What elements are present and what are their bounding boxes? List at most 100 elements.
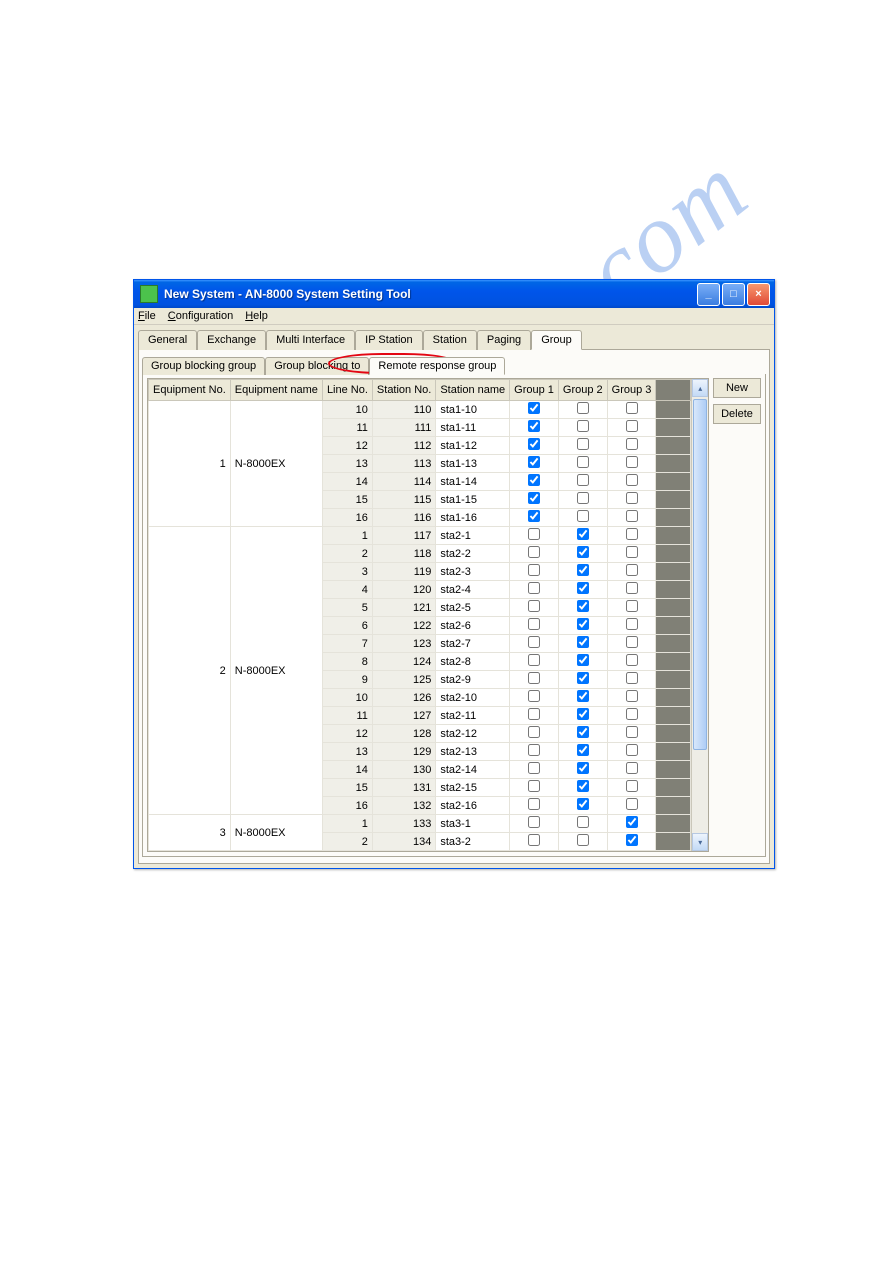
checkbox-g3[interactable]: [626, 636, 638, 648]
checkbox-g3[interactable]: [626, 492, 638, 504]
checkbox-g1[interactable]: [528, 438, 540, 450]
checkbox-g1[interactable]: [528, 762, 540, 774]
checkbox-g1[interactable]: [528, 618, 540, 630]
checkbox-g1[interactable]: [528, 726, 540, 738]
checkbox-g2[interactable]: [577, 636, 589, 648]
checkbox-g3[interactable]: [626, 600, 638, 612]
checkbox-g1[interactable]: [528, 834, 540, 846]
col-line-no[interactable]: Line No.: [322, 380, 372, 401]
checkbox-g3[interactable]: [626, 780, 638, 792]
checkbox-g3[interactable]: [626, 690, 638, 702]
checkbox-g3[interactable]: [626, 546, 638, 558]
col-equipment-name[interactable]: Equipment name: [230, 380, 322, 401]
checkbox-g2[interactable]: [577, 420, 589, 432]
subtab-group-blocking-to[interactable]: Group blocking to: [265, 357, 369, 375]
checkbox-g2[interactable]: [577, 600, 589, 612]
checkbox-g1[interactable]: [528, 510, 540, 522]
tab-ip-station[interactable]: IP Station: [355, 330, 423, 350]
checkbox-g2[interactable]: [577, 672, 589, 684]
tab-multi-interface[interactable]: Multi Interface: [266, 330, 355, 350]
checkbox-g3[interactable]: [626, 618, 638, 630]
menu-help[interactable]: Help: [245, 310, 268, 322]
checkbox-g3[interactable]: [626, 438, 638, 450]
col-group-3[interactable]: Group 3: [607, 380, 656, 401]
tab-group[interactable]: Group: [531, 330, 582, 350]
checkbox-g1[interactable]: [528, 474, 540, 486]
checkbox-g2[interactable]: [577, 708, 589, 720]
checkbox-g1[interactable]: [528, 528, 540, 540]
checkbox-g1[interactable]: [528, 546, 540, 558]
scroll-thumb[interactable]: [693, 399, 707, 750]
checkbox-g3[interactable]: [626, 582, 638, 594]
checkbox-g3[interactable]: [626, 798, 638, 810]
checkbox-g1[interactable]: [528, 816, 540, 828]
subtab-group-blocking-group[interactable]: Group blocking group: [142, 357, 265, 375]
checkbox-g2[interactable]: [577, 492, 589, 504]
checkbox-g3[interactable]: [626, 474, 638, 486]
checkbox-g2[interactable]: [577, 402, 589, 414]
checkbox-g3[interactable]: [626, 510, 638, 522]
checkbox-g3[interactable]: [626, 672, 638, 684]
checkbox-g1[interactable]: [528, 690, 540, 702]
tab-general[interactable]: General: [138, 330, 197, 350]
checkbox-g3[interactable]: [626, 708, 638, 720]
checkbox-g3[interactable]: [626, 528, 638, 540]
checkbox-g2[interactable]: [577, 564, 589, 576]
scroll-track[interactable]: [692, 397, 708, 833]
titlebar[interactable]: New System - AN-8000 System Setting Tool…: [134, 280, 774, 308]
checkbox-g2[interactable]: [577, 762, 589, 774]
checkbox-g1[interactable]: [528, 600, 540, 612]
checkbox-g1[interactable]: [528, 744, 540, 756]
vertical-scrollbar[interactable]: ▴ ▾: [691, 379, 708, 851]
checkbox-g2[interactable]: [577, 816, 589, 828]
table-row[interactable]: 1N-8000EX10110sta1-10: [149, 401, 691, 419]
table-row[interactable]: 3N-8000EX1133sta3-1: [149, 815, 691, 833]
scroll-up-button[interactable]: ▴: [692, 379, 708, 397]
checkbox-g2[interactable]: [577, 474, 589, 486]
checkbox-g2[interactable]: [577, 618, 589, 630]
new-button[interactable]: New: [713, 378, 761, 398]
minimize-button[interactable]: _: [697, 283, 720, 306]
checkbox-g1[interactable]: [528, 402, 540, 414]
close-button[interactable]: ×: [747, 283, 770, 306]
tab-exchange[interactable]: Exchange: [197, 330, 266, 350]
menu-file[interactable]: FFileile: [138, 310, 156, 322]
checkbox-g3[interactable]: [626, 834, 638, 846]
col-group-1[interactable]: Group 1: [510, 380, 559, 401]
delete-button[interactable]: Delete: [713, 404, 761, 424]
col-group-2[interactable]: Group 2: [558, 380, 607, 401]
table-row[interactable]: 2N-8000EX1117sta2-1: [149, 527, 691, 545]
checkbox-g3[interactable]: [626, 456, 638, 468]
col-station-no[interactable]: Station No.: [372, 380, 435, 401]
checkbox-g1[interactable]: [528, 672, 540, 684]
checkbox-g1[interactable]: [528, 798, 540, 810]
checkbox-g2[interactable]: [577, 798, 589, 810]
checkbox-g3[interactable]: [626, 564, 638, 576]
tab-station[interactable]: Station: [423, 330, 477, 350]
checkbox-g1[interactable]: [528, 582, 540, 594]
checkbox-g1[interactable]: [528, 636, 540, 648]
checkbox-g2[interactable]: [577, 546, 589, 558]
checkbox-g2[interactable]: [577, 780, 589, 792]
checkbox-g2[interactable]: [577, 726, 589, 738]
checkbox-g1[interactable]: [528, 492, 540, 504]
checkbox-g2[interactable]: [577, 582, 589, 594]
checkbox-g3[interactable]: [626, 726, 638, 738]
scroll-down-button[interactable]: ▾: [692, 833, 708, 851]
menu-configuration[interactable]: Configuration: [168, 310, 233, 322]
checkbox-g3[interactable]: [626, 816, 638, 828]
col-station-name[interactable]: Station name: [436, 380, 510, 401]
checkbox-g1[interactable]: [528, 780, 540, 792]
maximize-button[interactable]: □: [722, 283, 745, 306]
checkbox-g2[interactable]: [577, 510, 589, 522]
checkbox-g1[interactable]: [528, 420, 540, 432]
checkbox-g3[interactable]: [626, 654, 638, 666]
checkbox-g2[interactable]: [577, 456, 589, 468]
checkbox-g3[interactable]: [626, 744, 638, 756]
checkbox-g2[interactable]: [577, 438, 589, 450]
checkbox-g2[interactable]: [577, 654, 589, 666]
subtab-remote-response-group[interactable]: Remote response group: [369, 357, 505, 375]
checkbox-g1[interactable]: [528, 564, 540, 576]
checkbox-g2[interactable]: [577, 690, 589, 702]
tab-paging[interactable]: Paging: [477, 330, 531, 350]
